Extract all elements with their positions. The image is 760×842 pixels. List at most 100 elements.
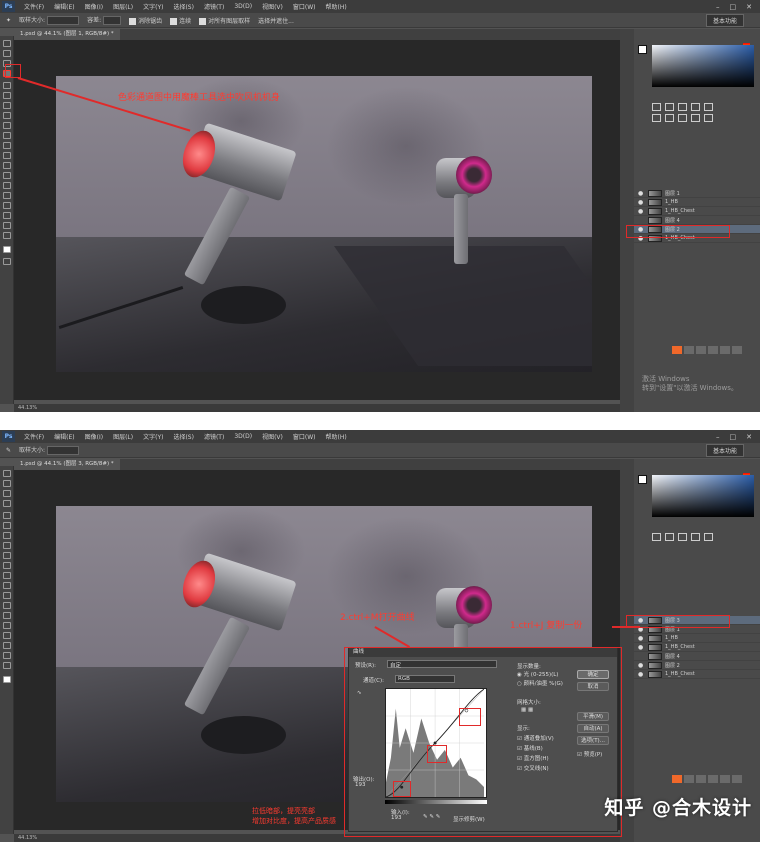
grid-icon[interactable] bbox=[732, 775, 742, 783]
blur-tool-icon[interactable] bbox=[3, 162, 11, 169]
exposure-icon[interactable] bbox=[691, 533, 700, 541]
menu-3d[interactable]: 3D(D) bbox=[229, 433, 257, 440]
menu-help[interactable]: 帮助(H) bbox=[321, 2, 352, 11]
brightness-icon[interactable] bbox=[652, 103, 661, 111]
menu-view[interactable]: 视图(V) bbox=[257, 2, 288, 11]
brush-tool-icon[interactable] bbox=[3, 542, 11, 549]
stamp-tool-icon[interactable] bbox=[3, 122, 11, 129]
refine-edge-button[interactable]: 选择并遮住... bbox=[258, 16, 294, 25]
sample-all-layers-checkbox[interactable]: 对所有图层取样 bbox=[199, 16, 250, 25]
grid-icon[interactable] bbox=[720, 346, 730, 354]
stamp-tool-icon[interactable] bbox=[3, 552, 11, 559]
healing-tool-icon[interactable] bbox=[3, 532, 11, 539]
crop-tool-icon[interactable] bbox=[3, 82, 11, 89]
magic-wand-tool-icon[interactable] bbox=[3, 500, 11, 507]
menu-select[interactable]: 选择(S) bbox=[168, 2, 199, 11]
pen-tool-icon[interactable] bbox=[3, 182, 11, 189]
gradient-tool-icon[interactable] bbox=[3, 582, 11, 589]
menu-filter[interactable]: 滤镜(T) bbox=[199, 2, 229, 11]
quick-mask-icon[interactable] bbox=[3, 258, 11, 265]
brush-tool-icon[interactable] bbox=[3, 112, 11, 119]
move-tool-icon[interactable] bbox=[3, 470, 11, 477]
eyedropper-tool-icon[interactable] bbox=[3, 92, 11, 99]
vibrance-icon[interactable] bbox=[704, 533, 713, 541]
layer-row[interactable]: ● 图层 1 bbox=[634, 189, 760, 198]
exposure-icon[interactable] bbox=[691, 103, 700, 111]
lasso-tool-icon[interactable] bbox=[3, 490, 11, 497]
levels-icon[interactable] bbox=[665, 103, 674, 111]
marquee-tool-icon[interactable] bbox=[3, 480, 11, 487]
menu-select[interactable]: 选择(S) bbox=[168, 432, 199, 441]
marquee-tool-icon[interactable] bbox=[3, 50, 11, 57]
color-picker[interactable] bbox=[652, 45, 754, 87]
type-tool-icon[interactable] bbox=[3, 192, 11, 199]
document-tab[interactable]: 1.psd @ 44.1% (图层 1, RGB/8#) * bbox=[14, 29, 120, 40]
layer-row[interactable]: ● 1_HB_Chest bbox=[634, 670, 760, 679]
layer-row[interactable]: ● 1_HB bbox=[634, 198, 760, 207]
layer-row[interactable]: ● 1_HB_Chest bbox=[634, 207, 760, 216]
contiguous-checkbox[interactable]: 连续 bbox=[170, 16, 191, 25]
shape-tool-icon[interactable] bbox=[3, 212, 11, 219]
mixer-icon[interactable] bbox=[704, 114, 713, 122]
layer-row[interactable]: ● 图层 2 bbox=[634, 661, 760, 670]
antialias-checkbox[interactable]: 消除锯齿 bbox=[129, 16, 162, 25]
eyedropper-icon[interactable]: ✎ bbox=[6, 447, 11, 454]
eraser-tool-icon[interactable] bbox=[3, 572, 11, 579]
menu-file[interactable]: 文件(F) bbox=[19, 2, 49, 11]
dodge-tool-icon[interactable] bbox=[3, 172, 11, 179]
eyedropper-tool-icon[interactable] bbox=[3, 522, 11, 529]
hue-icon[interactable] bbox=[652, 114, 661, 122]
minimize-button[interactable]: – bbox=[716, 433, 720, 441]
eraser-tool-icon[interactable] bbox=[3, 142, 11, 149]
maximize-button[interactable]: □ bbox=[730, 3, 737, 11]
hand-tool-icon[interactable] bbox=[3, 222, 11, 229]
color-swatch[interactable] bbox=[638, 45, 647, 54]
zoom-tool-icon[interactable] bbox=[3, 232, 11, 239]
zoom-tool-icon[interactable] bbox=[3, 662, 11, 669]
color-picker[interactable] bbox=[652, 475, 754, 517]
layer-row[interactable]: ● 1_HB bbox=[634, 634, 760, 643]
layer-row[interactable]: 图层 4 bbox=[634, 652, 760, 661]
healing-tool-icon[interactable] bbox=[3, 102, 11, 109]
layer-row[interactable]: ● 1_HB_Chest bbox=[634, 643, 760, 652]
grid-icon[interactable] bbox=[696, 346, 706, 354]
gradient-tool-icon[interactable] bbox=[3, 152, 11, 159]
menu-file[interactable]: 文件(F) bbox=[19, 432, 49, 441]
menu-window[interactable]: 窗口(W) bbox=[288, 2, 321, 11]
history-brush-icon[interactable] bbox=[3, 562, 11, 569]
maximize-button[interactable]: □ bbox=[730, 433, 737, 441]
grid-icon[interactable] bbox=[720, 775, 730, 783]
bw-icon[interactable] bbox=[678, 114, 687, 122]
menu-filter[interactable]: 滤镜(T) bbox=[199, 432, 229, 441]
canvas-area[interactable] bbox=[14, 40, 632, 400]
magic-wand-icon[interactable]: ✦ bbox=[6, 17, 11, 24]
menu-view[interactable]: 视图(V) bbox=[257, 432, 288, 441]
close-button[interactable]: ✕ bbox=[746, 433, 752, 441]
history-brush-icon[interactable] bbox=[3, 132, 11, 139]
close-button[interactable]: ✕ bbox=[746, 3, 752, 11]
menu-type[interactable]: 文字(Y) bbox=[138, 2, 168, 11]
pen-tool-icon[interactable] bbox=[3, 612, 11, 619]
balance-icon[interactable] bbox=[665, 114, 674, 122]
menu-layer[interactable]: 图层(L) bbox=[108, 2, 138, 11]
menu-type[interactable]: 文字(Y) bbox=[138, 432, 168, 441]
curves-icon[interactable] bbox=[678, 533, 687, 541]
photo-filter-icon[interactable] bbox=[691, 114, 700, 122]
dodge-tool-icon[interactable] bbox=[3, 602, 11, 609]
foreground-color-icon[interactable] bbox=[3, 246, 11, 253]
blur-tool-icon[interactable] bbox=[3, 592, 11, 599]
minimize-button[interactable]: – bbox=[716, 3, 720, 11]
menu-window[interactable]: 窗口(W) bbox=[288, 432, 321, 441]
grid-icon[interactable] bbox=[708, 775, 718, 783]
levels-icon[interactable] bbox=[665, 533, 674, 541]
menu-edit[interactable]: 编辑(E) bbox=[49, 432, 79, 441]
brightness-icon[interactable] bbox=[652, 533, 661, 541]
menu-edit[interactable]: 编辑(E) bbox=[49, 2, 79, 11]
path-select-icon[interactable] bbox=[3, 632, 11, 639]
document-tab[interactable]: 1.psd @ 44.1% (图层 3, RGB/8#) * bbox=[14, 459, 120, 470]
vibrance-icon[interactable] bbox=[704, 103, 713, 111]
move-tool-icon[interactable] bbox=[3, 40, 11, 47]
layer-row[interactable]: 图层 4 bbox=[634, 216, 760, 225]
workspace-select[interactable]: 基本功能 bbox=[705, 13, 744, 27]
menu-image[interactable]: 图像(I) bbox=[80, 432, 108, 441]
